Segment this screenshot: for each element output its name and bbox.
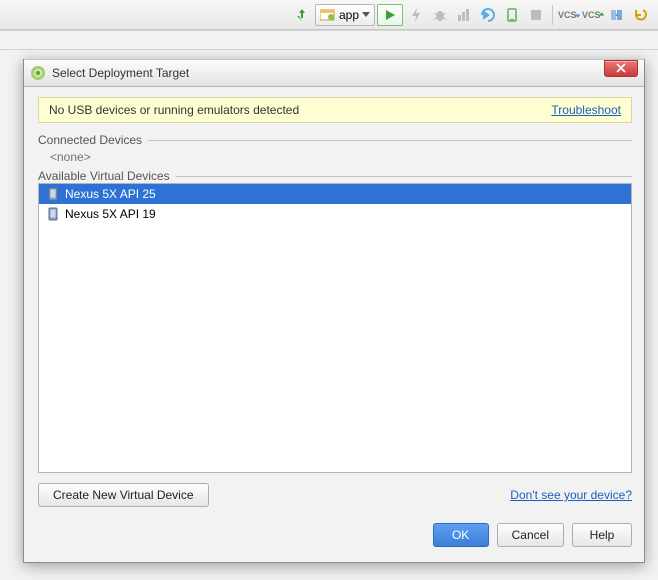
sync-icon: [294, 7, 310, 23]
attach-icon: [504, 7, 520, 23]
help-button[interactable]: Help: [572, 523, 632, 547]
phone-icon: [47, 186, 59, 202]
dialog-body: No USB devices or running emulators dete…: [24, 87, 644, 562]
history-icon: [609, 7, 625, 23]
profile-icon: [456, 7, 472, 23]
vcs-commit-button[interactable]: VCS: [582, 4, 604, 26]
available-virtual-label: Available Virtual Devices: [38, 169, 170, 183]
vcs-update-button[interactable]: VCS: [558, 4, 580, 26]
connected-devices-heading: Connected Devices: [38, 133, 632, 147]
run-config-label: app: [339, 8, 359, 22]
connected-devices-label: Connected Devices: [38, 133, 142, 147]
connected-none-row: <none>: [38, 147, 632, 167]
heading-rule: [176, 176, 632, 177]
virtual-device-row[interactable]: Nexus 5X API 25: [39, 184, 631, 204]
bug-icon: [432, 7, 448, 23]
dialog-titlebar[interactable]: Select Deployment Target: [24, 59, 644, 87]
apply-changes-button[interactable]: [405, 4, 427, 26]
troubleshoot-link[interactable]: Troubleshoot: [551, 103, 621, 117]
coverage-button[interactable]: [477, 4, 499, 26]
warning-bar: No USB devices or running emulators dete…: [38, 97, 632, 123]
create-virtual-device-button[interactable]: Create New Virtual Device: [38, 483, 209, 507]
virtual-device-name: Nexus 5X API 25: [65, 187, 156, 201]
run-config-selector[interactable]: app: [315, 4, 375, 26]
chevron-down-icon: [362, 12, 370, 17]
vcs-history-button[interactable]: [606, 4, 628, 26]
dialog-footer: OK Cancel Help: [38, 523, 632, 547]
debug-button[interactable]: [429, 4, 451, 26]
revert-button[interactable]: [630, 4, 652, 26]
heading-rule: [148, 140, 632, 141]
lower-actions-row: Create New Virtual Device Don't see your…: [38, 483, 632, 507]
attach-debugger-button[interactable]: [501, 4, 523, 26]
run-icon: [383, 8, 397, 22]
main-toolbar: app VCS VCS: [0, 0, 658, 30]
sync-project-button[interactable]: [291, 4, 313, 26]
available-virtual-heading: Available Virtual Devices: [38, 169, 632, 183]
close-icon: [615, 63, 627, 73]
connected-none-label: <none>: [50, 150, 91, 164]
arrow-down-icon: [575, 11, 580, 19]
toolbar-divider: [0, 30, 658, 50]
profile-button[interactable]: [453, 4, 475, 26]
cancel-button[interactable]: Cancel: [497, 523, 564, 547]
phone-icon: [47, 206, 59, 222]
stop-button[interactable]: [525, 4, 547, 26]
run-button[interactable]: [377, 4, 403, 26]
dialog-title: Select Deployment Target: [52, 66, 604, 80]
android-studio-icon: [30, 65, 46, 81]
lightning-icon: [408, 7, 424, 23]
dont-see-device-link[interactable]: Don't see your device?: [510, 488, 632, 502]
warning-message: No USB devices or running emulators dete…: [49, 103, 551, 117]
deployment-target-dialog: Select Deployment Target No USB devices …: [23, 59, 645, 563]
revert-icon: [633, 7, 649, 23]
arrow-up-icon: [599, 11, 604, 19]
virtual-device-name: Nexus 5X API 19: [65, 207, 156, 221]
stop-icon: [528, 7, 544, 23]
coverage-icon: [480, 7, 496, 23]
virtual-device-row[interactable]: Nexus 5X API 19: [39, 204, 631, 224]
close-button[interactable]: [604, 60, 638, 77]
virtual-devices-list[interactable]: Nexus 5X API 25 Nexus 5X API 19: [38, 183, 632, 473]
toolbar-separator: [552, 5, 553, 25]
ok-button[interactable]: OK: [433, 523, 489, 547]
module-icon: [320, 8, 336, 22]
